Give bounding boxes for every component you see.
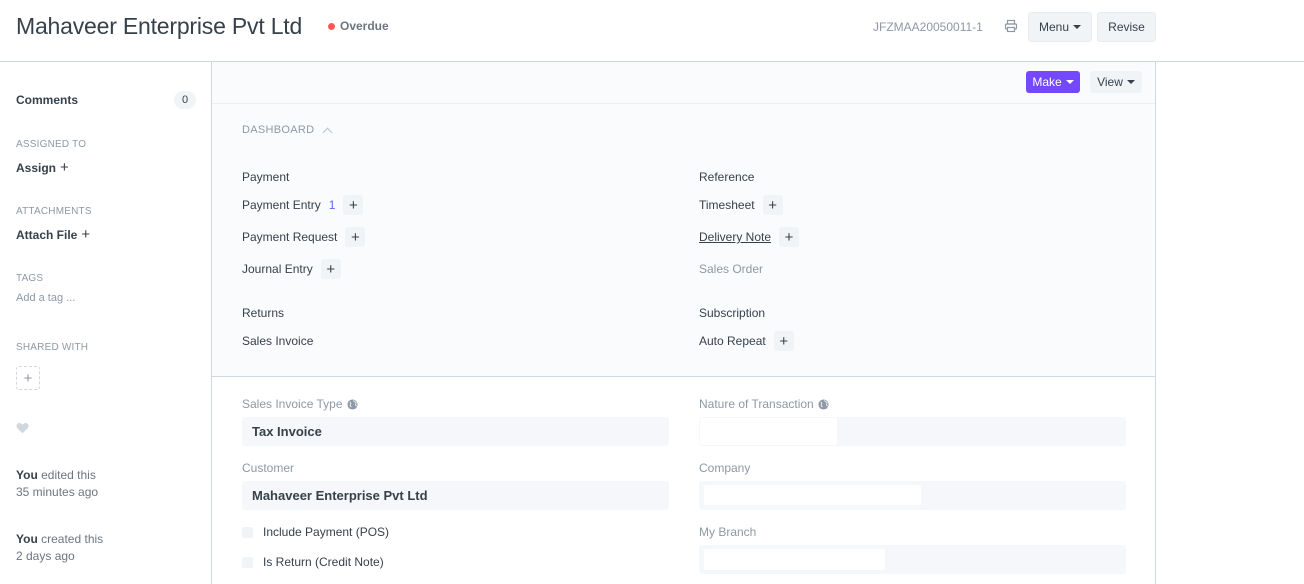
- activity-item: You created this 2 days ago: [16, 531, 103, 565]
- dashboard-link: Auto Repeat +: [699, 331, 794, 351]
- revise-button-label: Revise: [1108, 20, 1145, 34]
- dashboard-toggle[interactable]: DASHBOARD: [242, 124, 333, 137]
- plus-icon: +: [23, 369, 33, 387]
- include-payment-checkbox[interactable]: [242, 526, 253, 538]
- add-journal-entry-button[interactable]: +: [320, 259, 341, 279]
- dashboard-section: DASHBOARD Payment Payment Entry 1 + Paym…: [212, 104, 1155, 377]
- customer-field[interactable]: Mahaveer Enterprise Pvt Ltd: [242, 481, 669, 510]
- caret-down-icon: [1126, 80, 1135, 84]
- page-header: Mahaveer Enterprise Pvt Ltd Overdue JFZM…: [0, 0, 1304, 62]
- comments-count-badge: 0: [174, 91, 196, 109]
- link-journal-entry[interactable]: Journal Entry: [242, 262, 313, 276]
- nature-of-transaction-label: Nature of Transaction: [699, 397, 829, 411]
- add-tag-input[interactable]: Add a tag ...: [16, 292, 75, 304]
- attach-file-label: Attach File: [16, 228, 78, 242]
- page-title: Mahaveer Enterprise Pvt Ltd: [16, 13, 303, 39]
- menu-button[interactable]: Menu: [1028, 12, 1092, 42]
- form-fields-section: Sales Invoice Type Tax Invoice Customer …: [212, 378, 1155, 584]
- plus-icon: +: [60, 159, 69, 176]
- link-auto-repeat[interactable]: Auto Repeat: [699, 334, 766, 348]
- activity-time: 35 minutes ago: [16, 485, 99, 499]
- printer-icon[interactable]: [1004, 19, 1018, 33]
- link-sales-invoice[interactable]: Sales Invoice: [242, 334, 313, 348]
- add-payment-entry-button[interactable]: +: [343, 195, 364, 215]
- assigned-to-label: ASSIGNED TO: [16, 139, 87, 150]
- share-add-button[interactable]: +: [16, 366, 40, 390]
- dashboard-link: Payment Entry 1 +: [242, 195, 364, 215]
- status-label: Overdue: [340, 19, 389, 33]
- make-button[interactable]: Make: [1026, 71, 1080, 93]
- view-button-label: View: [1097, 75, 1123, 89]
- dashboard-link: Payment Request +: [242, 227, 366, 247]
- shared-with-label: SHARED WITH: [16, 342, 89, 353]
- link-timesheet[interactable]: Timesheet: [699, 198, 755, 212]
- tags-label: TAGS: [16, 273, 44, 284]
- nature-of-transaction-label-text: Nature of Transaction: [699, 397, 814, 411]
- add-timesheet-button[interactable]: +: [762, 195, 783, 215]
- company-label: Company: [699, 461, 751, 475]
- revise-button[interactable]: Revise: [1097, 12, 1156, 42]
- form-toolbar: Make View: [212, 62, 1155, 104]
- redacted-value: [704, 549, 885, 570]
- dashboard-link: Delivery Note +: [699, 227, 800, 247]
- status-indicator: Overdue: [328, 19, 389, 33]
- plus-icon: +: [81, 226, 91, 243]
- make-button-label: Make: [1032, 75, 1062, 89]
- include-payment-checkbox-row[interactable]: Include Payment (POS): [242, 525, 389, 539]
- link-payment-entry[interactable]: Payment Entry: [242, 198, 321, 212]
- customer-label: Customer: [242, 461, 295, 475]
- view-button[interactable]: View: [1090, 71, 1142, 93]
- group-title-returns: Returns: [242, 306, 285, 320]
- include-payment-label: Include Payment (POS): [263, 525, 390, 539]
- is-return-checkbox-row[interactable]: Is Return (Credit Note): [242, 555, 384, 569]
- dashboard-title: DASHBOARD: [242, 124, 315, 136]
- redacted-value: [700, 418, 837, 445]
- dashboard-link: Sales Invoice: [242, 331, 313, 351]
- add-delivery-note-button[interactable]: +: [779, 227, 800, 247]
- caret-down-icon: [1073, 25, 1082, 29]
- link-sales-order[interactable]: Sales Order: [699, 262, 763, 276]
- add-auto-repeat-button[interactable]: +: [773, 331, 794, 351]
- dashboard-link: Timesheet +: [699, 195, 783, 215]
- link-count: 1: [328, 198, 336, 212]
- form-sidebar: Comments 0 ASSIGNED TO Assign + ATTACHMEN…: [0, 62, 212, 584]
- my-branch-label: My Branch: [699, 525, 757, 539]
- caret-down-icon: [1065, 80, 1074, 84]
- activity-action: created this: [41, 532, 104, 546]
- link-delivery-note[interactable]: Delivery Note: [699, 230, 771, 244]
- sales-invoice-type-field[interactable]: Tax Invoice: [242, 417, 669, 446]
- assign-label: Assign: [16, 161, 57, 175]
- redacted-value: [704, 485, 921, 505]
- activity-action: edited this: [41, 468, 96, 482]
- sales-invoice-type-label-text: Sales Invoice Type: [242, 397, 343, 411]
- attachments-label: ATTACHMENTS: [16, 206, 92, 217]
- menu-button-label: Menu: [1038, 20, 1070, 34]
- sales-invoice-type-label: Sales Invoice Type: [242, 397, 358, 411]
- dashboard-link: Sales Order: [699, 259, 763, 279]
- status-dot-icon: [328, 22, 335, 30]
- form-main: Make View DASHBOARD Payment Payment Entr…: [211, 62, 1156, 584]
- globe-icon: [818, 398, 829, 410]
- dashboard-link: Journal Entry +: [242, 259, 341, 279]
- attach-file-button[interactable]: Attach File +: [16, 226, 90, 243]
- add-payment-request-button[interactable]: +: [345, 227, 366, 247]
- heart-icon[interactable]: [16, 422, 29, 434]
- is-return-label: Is Return (Credit Note): [263, 555, 384, 569]
- is-return-checkbox[interactable]: [242, 556, 253, 568]
- chevron-up-icon: [322, 127, 333, 137]
- group-title-reference: Reference: [699, 170, 755, 184]
- assign-button[interactable]: Assign +: [16, 159, 69, 176]
- document-name: JFZMAA20050011-1: [873, 20, 983, 34]
- group-title-subscription: Subscription: [699, 306, 766, 320]
- comments-link[interactable]: Comments: [16, 93, 78, 107]
- activity-user: You: [16, 468, 38, 482]
- activity-item: You edited this 35 minutes ago: [16, 467, 98, 501]
- globe-icon: [346, 398, 358, 410]
- activity-time: 2 days ago: [16, 549, 75, 563]
- activity-user: You: [16, 532, 38, 546]
- link-payment-request[interactable]: Payment Request: [242, 230, 337, 244]
- group-title-payment: Payment: [242, 170, 290, 184]
